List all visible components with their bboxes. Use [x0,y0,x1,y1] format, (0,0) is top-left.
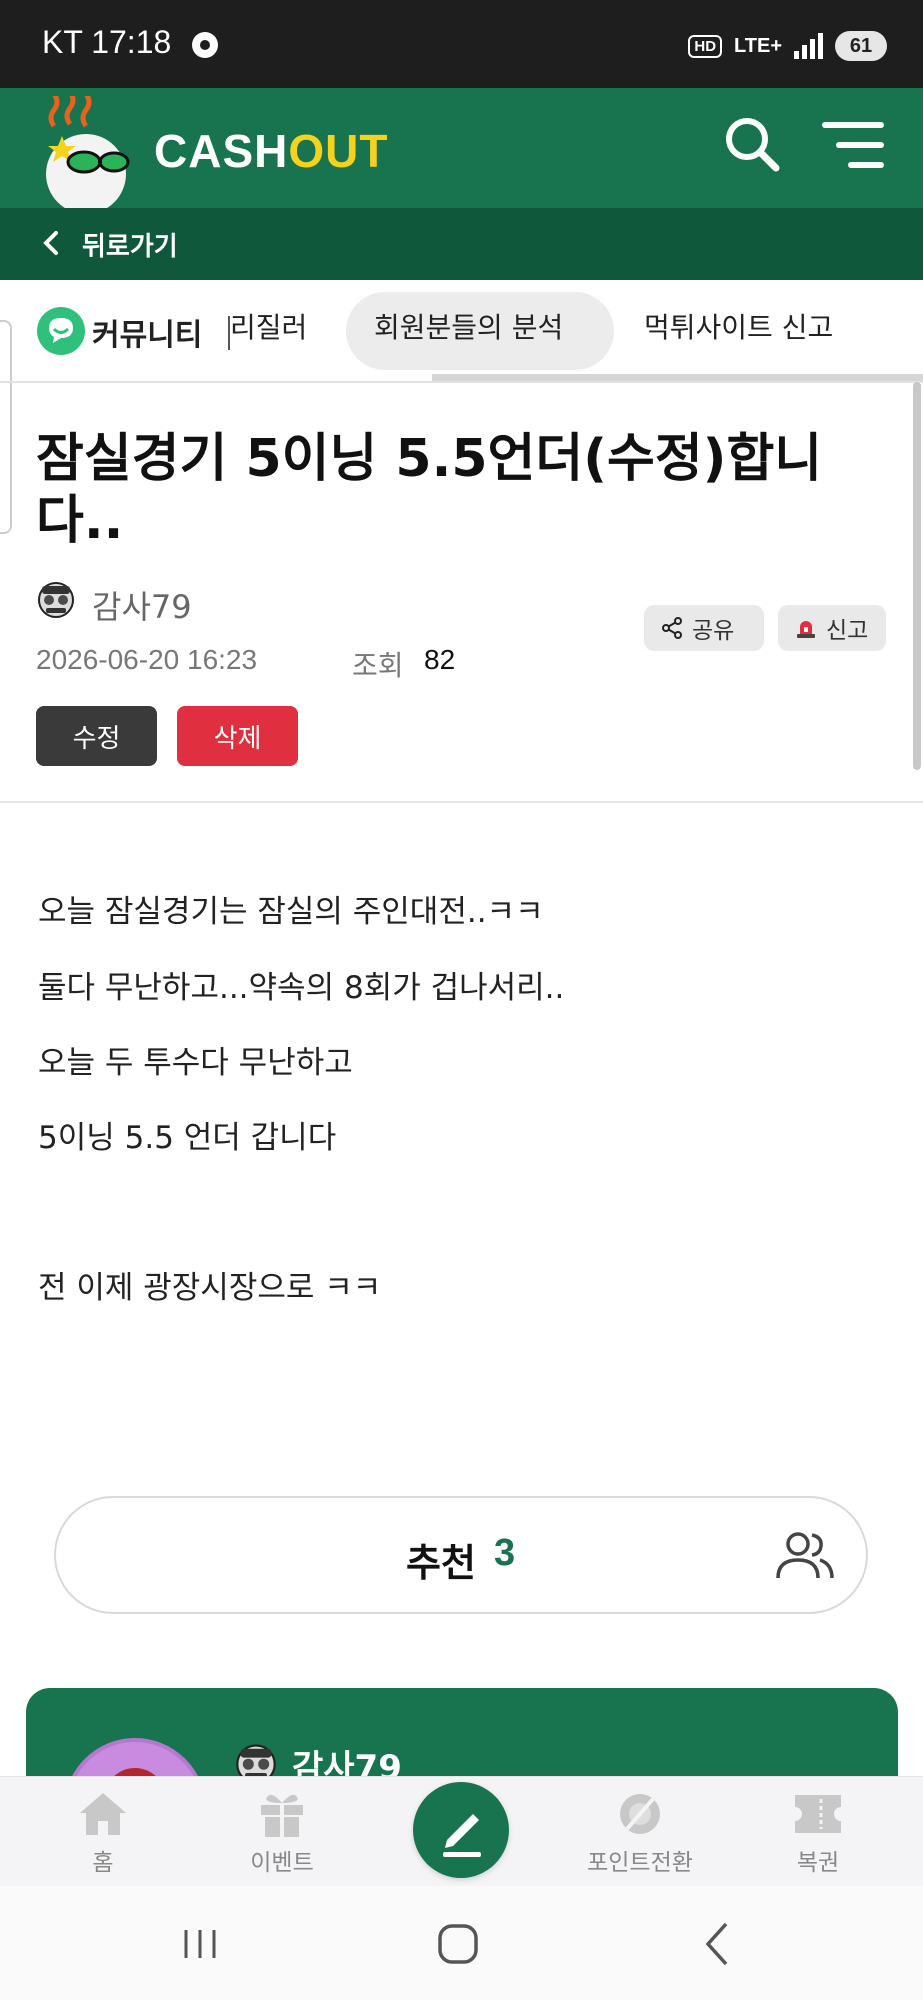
divider [0,801,923,803]
author-level-icon [38,582,74,618]
status-indicators: HD LTE+ 61 [688,26,887,66]
system-nav-bar [0,1886,923,2000]
ticket-icon [795,1795,841,1833]
edit-button[interactable]: 수정 [36,706,157,766]
app-header: CASHOUT [0,88,923,208]
network-type: LTE+ [734,35,782,57]
recommend-button[interactable]: 추천 3 [54,1496,868,1614]
users-icon[interactable] [774,1530,834,1582]
nav-lottery-label: 복권 [796,1850,840,1876]
scrollbar[interactable] [913,382,921,770]
nav-home[interactable]: 홈 [28,1789,178,1877]
tab-scam-report[interactable]: 먹튀사이트 신고 [644,306,833,346]
battery-indicator: 61 [835,31,887,61]
content-line: 둘다 무난하고...약속의 8회가 겁나서리.. [38,970,565,1006]
search-icon[interactable] [722,114,782,174]
report-button[interactable]: 신고 [778,605,886,651]
side-drawer-handle[interactable] [0,320,12,534]
pencil-icon [443,1814,481,1857]
tab-rezzler[interactable]: 리질러 [230,306,307,346]
chat-bubble-icon [37,307,85,355]
menu-icon[interactable] [822,122,884,168]
share-label: 공유 [692,618,735,644]
nav-event-label: 이벤트 [250,1850,314,1876]
views-count: 82 [424,644,456,675]
recommend-label: 추천 [406,1541,476,1585]
signal-icon [794,33,823,59]
nav-lottery[interactable]: 복권 [743,1789,893,1877]
report-label: 신고 [826,618,869,644]
mascot-logo-icon[interactable] [40,96,140,208]
nav-points[interactable]: 포인트전환 [565,1789,715,1877]
delete-button[interactable]: 삭제 [177,706,298,766]
nav-home-label: 홈 [92,1850,114,1876]
share-button[interactable]: 공유 [644,605,764,651]
status-time: KT 17:18 [42,24,172,60]
hd-voice-icon: HD [688,34,723,58]
home-nav-icon[interactable] [428,1914,488,1974]
post-date: 2026-06-20 16:23 [36,644,258,675]
chevron-left-icon [43,231,58,255]
status-bar: KT 17:18 HD LTE+ 61 [0,0,923,88]
nav-event[interactable]: 이벤트 [207,1789,357,1877]
back-nav-icon[interactable] [688,1914,748,1974]
post-title: 잠실경기 5이닝 5.5언더(수정)합니다.. [36,429,823,551]
back-bar[interactable]: 뒤로가기 [0,208,923,280]
nav-points-label: 포인트전환 [587,1850,693,1876]
content-line: 오늘 잠실경기는 잠실의 주인대전..ㅋㅋ [38,894,544,930]
divider [0,381,923,383]
brand-logo[interactable]: CASHOUT [154,124,388,178]
home-icon [80,1793,126,1835]
author-name[interactable]: 감사79 [92,582,192,628]
recent-apps-icon[interactable] [170,1914,230,1974]
content-line: 오늘 두 투수다 무난하고 [38,1045,353,1081]
gift-icon [261,1794,303,1837]
coin-exchange-icon [620,1794,660,1834]
community-label[interactable]: 커뮤니티 [92,310,202,354]
content-line: 전 이제 광장시장으로 ㅋㅋ [38,1270,382,1306]
share-icon [662,617,682,639]
camera-shutter-icon [192,32,218,58]
tab-member-analysis[interactable]: 회원분들의 분석 [374,306,563,346]
category-tabs: 커뮤니티 리질러 회원분들의 분석 먹튀사이트 신고 [0,280,923,534]
write-post-button[interactable] [413,1782,509,1878]
content-line: 5이닝 5.5 언더 갑니다 [38,1120,337,1156]
siren-icon [797,621,815,638]
recommend-count: 3 [494,1532,516,1574]
views-label: 조회 [352,649,404,682]
back-label: 뒤로가기 [82,232,178,262]
